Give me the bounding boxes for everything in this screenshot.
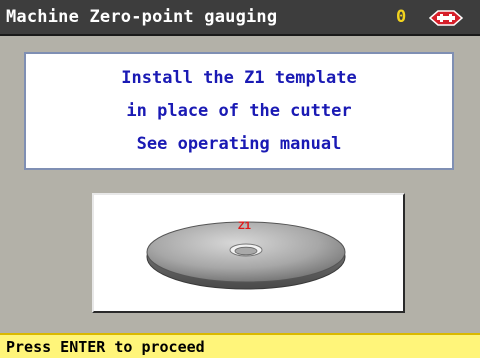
window-title: Machine Zero-point gauging bbox=[6, 7, 278, 27]
counter-value: 0 bbox=[396, 7, 407, 27]
instruction-line-2: in place of the cutter bbox=[126, 101, 352, 121]
disc-label: Z1 bbox=[238, 220, 251, 232]
z1-template-disc-icon: Z1 bbox=[146, 220, 346, 290]
status-prompt: Press ENTER to proceed bbox=[6, 338, 205, 356]
template-illustration-panel: Z1 bbox=[92, 193, 405, 313]
instruction-line-3: See operating manual bbox=[136, 134, 342, 154]
title-bar: Machine Zero-point gauging 0 bbox=[0, 0, 480, 36]
status-bar: Press ENTER to proceed bbox=[0, 333, 480, 358]
instruction-line-1: Install the Z1 template bbox=[121, 68, 357, 88]
instruction-message-box: Install the Z1 template in place of the … bbox=[24, 52, 454, 170]
silca-logo-icon bbox=[428, 10, 464, 26]
